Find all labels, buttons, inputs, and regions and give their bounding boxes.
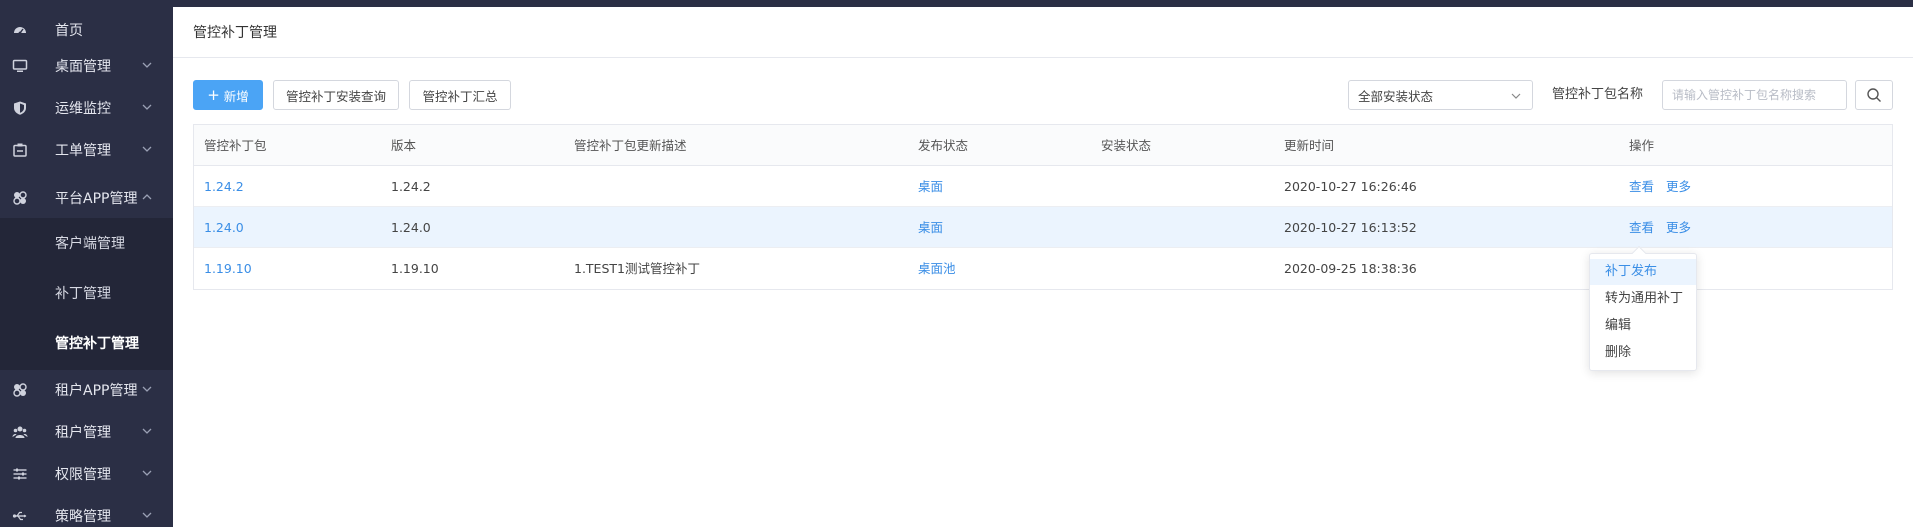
sidebar-item-permissions[interactable]: 权限管理 [0,454,173,494]
shield-icon [11,99,29,117]
search-input[interactable] [1662,80,1847,110]
sidebar-item-label: 客户端管理 [55,236,125,252]
table-row: 1.24.0 1.24.0 桌面 2020-10-27 16:13:52 查看 … [194,207,1892,248]
column-header: 管控补丁包 [204,138,267,153]
publish-status-link[interactable]: 桌面 [918,166,943,207]
usb-icon [11,507,29,525]
add-button-label: 新增 [223,88,249,104]
package-link[interactable]: 1.24.2 [204,166,244,207]
menu-item-delete[interactable]: 删除 [1590,340,1696,366]
install-query-button[interactable]: 管控补丁安装查询 [273,80,399,110]
view-link[interactable]: 查看 [1629,166,1654,207]
sidebar-item-tickets[interactable]: 工单管理 [0,130,173,170]
sidebar-item-control-patch-management[interactable]: 管控补丁管理 [0,318,173,368]
chevron-down-icon [142,386,152,392]
package-link[interactable]: 1.19.10 [204,248,252,289]
more-link[interactable]: 更多 [1666,207,1691,248]
column-header: 安装状态 [1101,138,1152,153]
summary-button[interactable]: 管控补丁汇总 [409,80,511,110]
sidebar-item-label: 租户APP管理 [55,383,138,399]
chevron-down-icon [142,104,152,110]
chevron-down-icon [142,470,152,476]
table-row: 1.24.2 1.24.2 桌面 2020-10-27 16:26:46 查看 … [194,166,1892,207]
updated-time-cell: 2020-10-27 16:26:46 [1284,179,1417,194]
sidebar-item-platform-app[interactable]: 平台APP管理 [0,178,173,218]
package-link[interactable]: 1.24.0 [204,207,244,248]
more-dropdown-menu: 补丁发布 转为通用补丁 编辑 删除 [1589,245,1697,371]
sidebar-item-ops-monitor[interactable]: 运维监控 [0,88,173,128]
chevron-down-icon [142,146,152,152]
sidebar-item-label: 管控补丁管理 [55,336,139,352]
apps-icon [11,189,29,207]
chevron-down-icon [142,62,152,68]
sidebar-item-label: 工单管理 [55,143,111,159]
sidebar-item-policies[interactable]: 策略管理 [0,496,173,527]
plus-icon: + [207,85,220,104]
sidebar: 首页 桌面管理 运维监控 工单管理 平台APP管理 客户端管理 补丁管理 管控补… [0,0,173,527]
sidebar-item-client-management[interactable]: 客户端管理 [0,218,173,268]
more-link[interactable]: 更多 [1666,166,1691,207]
version-cell: 1.24.0 [391,220,431,235]
sidebar-item-tenant-app[interactable]: 租户APP管理 [0,370,173,410]
install-query-label: 管控补丁安装查询 [285,88,386,104]
chevron-down-icon [142,512,152,518]
description-cell: 1.TEST1测试管控补丁 [574,261,700,276]
submenu-platform-app: 客户端管理 补丁管理 管控补丁管理 [0,218,173,370]
page-header: 管控补丁管理 [173,7,1913,58]
view-link[interactable]: 查看 [1629,207,1654,248]
menu-item-convert-to-common[interactable]: 转为通用补丁 [1590,286,1696,312]
ticket-icon [11,141,29,159]
top-strip [173,0,1913,7]
updated-time-cell: 2020-09-25 18:38:36 [1284,261,1417,276]
sidebar-item-label: 首页 [55,23,83,39]
page-title: 管控补丁管理 [193,25,277,41]
column-header: 发布状态 [918,138,969,153]
sidebar-item-tenants[interactable]: 租户管理 [0,412,173,452]
column-header: 管控补丁包更新描述 [574,138,687,153]
chevron-down-icon [142,428,152,434]
publish-status-link[interactable]: 桌面 [918,207,943,248]
sidebar-item-patch-management[interactable]: 补丁管理 [0,268,173,318]
install-status-select[interactable]: 全部安装状态 [1348,80,1533,110]
column-header: 操作 [1629,138,1655,153]
chevron-up-icon [142,194,152,200]
sidebar-item-home[interactable]: 首页 [0,10,173,50]
package-name-label: 管控补丁包名称 [1552,87,1644,102]
sidebar-item-desktop[interactable]: 桌面管理 [0,46,173,86]
sidebar-item-label: 运维监控 [55,101,111,117]
sidebar-item-label: 平台APP管理 [55,191,138,207]
monitor-icon [11,57,29,75]
updated-time-cell: 2020-10-27 16:13:52 [1284,220,1417,235]
version-cell: 1.24.2 [391,179,431,194]
version-cell: 1.19.10 [391,261,439,276]
sidebar-item-label: 策略管理 [55,509,111,525]
column-header: 更新时间 [1284,138,1335,153]
dashboard-icon [11,21,29,39]
chevron-down-icon [1511,93,1521,99]
install-status-value: 全部安装状态 [1358,88,1434,104]
sliders-icon [11,465,29,483]
summary-label: 管控补丁汇总 [422,88,498,104]
users-icon [11,423,29,441]
menu-item-edit[interactable]: 编辑 [1590,313,1696,339]
sidebar-item-label: 权限管理 [55,467,111,483]
column-header: 版本 [391,138,417,153]
menu-item-publish-patch[interactable]: 补丁发布 [1590,259,1696,285]
sidebar-item-label: 桌面管理 [55,59,111,75]
table-header: 管控补丁包 版本 管控补丁包更新描述 发布状态 安装状态 更新时间 操作 [194,125,1892,166]
apps-icon [11,381,29,399]
search-icon [1867,88,1881,102]
add-button[interactable]: + 新增 [193,80,263,110]
sidebar-item-label: 补丁管理 [55,286,111,302]
search-button[interactable] [1855,80,1893,110]
sidebar-item-label: 租户管理 [55,425,111,441]
publish-status-link[interactable]: 桌面池 [918,248,956,289]
